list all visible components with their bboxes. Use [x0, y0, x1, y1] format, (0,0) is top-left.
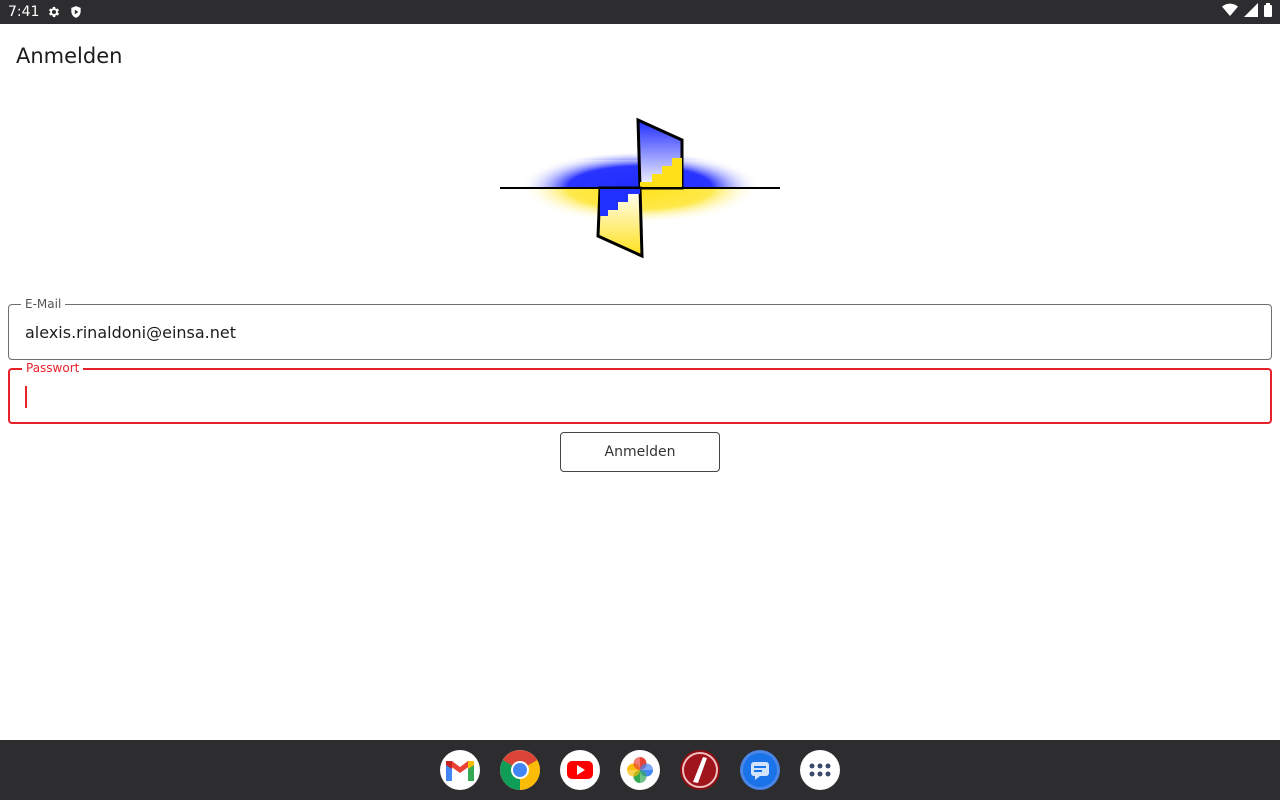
youtube-icon[interactable]	[560, 750, 600, 790]
status-right-group	[1222, 0, 1272, 24]
custom-app-icon[interactable]	[680, 750, 720, 790]
app-drawer-icon[interactable]	[800, 750, 840, 790]
signal-icon	[1244, 2, 1258, 22]
status-time: 7:41	[8, 4, 40, 20]
password-input[interactable]	[26, 370, 1246, 422]
email-input[interactable]	[25, 305, 1245, 359]
photos-icon[interactable]	[620, 750, 660, 790]
shield-icon	[69, 5, 83, 19]
gmail-icon[interactable]	[440, 750, 480, 790]
dock-apps	[440, 750, 840, 790]
password-field[interactable]: Passwort	[8, 361, 1272, 424]
messages-icon[interactable]	[740, 750, 780, 790]
company-logo	[500, 116, 780, 260]
wifi-icon	[1222, 3, 1238, 22]
email-field[interactable]: E-Mail	[8, 297, 1272, 360]
text-cursor	[25, 386, 27, 408]
battery-icon	[1264, 2, 1272, 22]
chrome-icon[interactable]	[500, 750, 540, 790]
status-bar: 7:41	[0, 0, 1280, 24]
page-title: Anmelden	[16, 44, 123, 68]
settings-icon	[47, 5, 61, 19]
login-button[interactable]: Anmelden	[560, 432, 720, 472]
dock	[0, 740, 1280, 800]
